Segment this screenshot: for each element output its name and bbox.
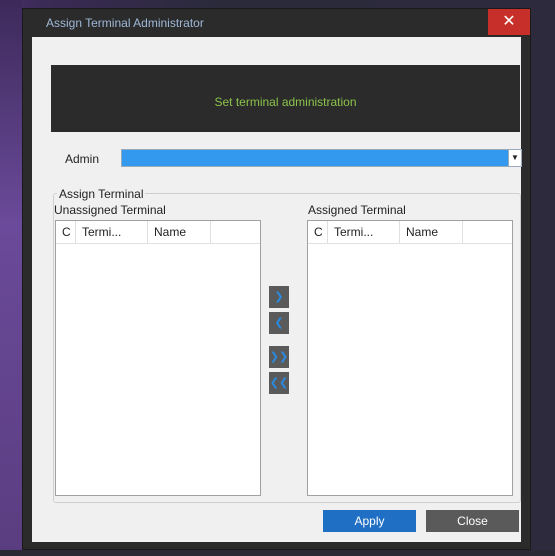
assigned-list-header: C Termi... Name bbox=[308, 221, 512, 244]
column-header-c[interactable]: C bbox=[56, 221, 76, 243]
column-header-c[interactable]: C bbox=[308, 221, 328, 243]
column-header-name[interactable]: Name bbox=[148, 221, 211, 243]
desktop-background bbox=[0, 0, 22, 556]
chevron-down-icon[interactable]: ▼ bbox=[508, 149, 522, 167]
column-header-name[interactable]: Name bbox=[400, 221, 463, 243]
column-header-terminal[interactable]: Termi... bbox=[328, 221, 400, 243]
unassigned-terminal-title: Unassigned Terminal bbox=[54, 203, 166, 217]
double-chevron-right-icon: ❯❯ bbox=[269, 351, 289, 363]
apply-button[interactable]: Apply bbox=[323, 510, 416, 532]
banner-text: Set terminal administration bbox=[214, 95, 357, 109]
window-title: Assign Terminal Administrator bbox=[46, 16, 204, 30]
assigned-terminal-title: Assigned Terminal bbox=[308, 203, 406, 217]
close-icon: ✕ bbox=[502, 13, 516, 30]
admin-dropdown[interactable] bbox=[121, 149, 509, 167]
column-header-terminal[interactable]: Termi... bbox=[76, 221, 148, 243]
move-left-button[interactable]: ❮ bbox=[269, 312, 289, 334]
title-bar[interactable]: Assign Terminal Administrator ✕ bbox=[23, 9, 530, 37]
admin-label: Admin bbox=[65, 152, 100, 166]
close-button[interactable]: Close bbox=[426, 510, 519, 532]
move-right-button[interactable]: ❯ bbox=[269, 286, 289, 308]
move-all-right-button[interactable]: ❯❯ bbox=[269, 346, 289, 368]
unassigned-list-header: C Termi... Name bbox=[56, 221, 260, 244]
header-banner: Set terminal administration bbox=[51, 65, 520, 132]
desktop-taskbar-edge bbox=[0, 550, 555, 556]
unassigned-terminal-list[interactable]: C Termi... Name bbox=[55, 220, 261, 496]
dialog-client-area: Set terminal administration Admin ▼ Assi… bbox=[32, 37, 522, 542]
chevron-left-icon: ❮ bbox=[274, 317, 284, 329]
close-window-button[interactable]: ✕ bbox=[488, 9, 530, 35]
double-chevron-left-icon: ❮❮ bbox=[269, 377, 289, 389]
assigned-terminal-list[interactable]: C Termi... Name bbox=[307, 220, 513, 496]
move-all-left-button[interactable]: ❮❮ bbox=[269, 372, 289, 394]
assign-terminal-legend: Assign Terminal bbox=[57, 187, 146, 201]
chevron-right-icon: ❯ bbox=[274, 291, 284, 303]
assign-terminal-dialog: Assign Terminal Administrator ✕ Set term… bbox=[22, 8, 531, 550]
